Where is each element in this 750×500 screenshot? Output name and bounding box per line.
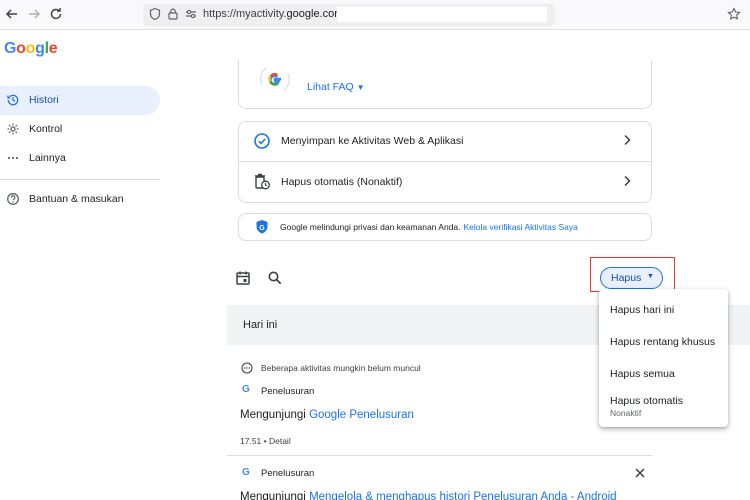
- more-icon: [7, 156, 19, 160]
- calendar-icon[interactable]: [235, 270, 251, 286]
- forward-icon[interactable]: [26, 6, 42, 22]
- lock-icon[interactable]: [166, 7, 180, 21]
- entry-title: Mengunjungi Google Penelusuran: [240, 409, 414, 421]
- pending-notice: Beberapa aktivitas mungkin belum muncul: [261, 363, 421, 373]
- delete-all-option[interactable]: Hapus semua: [599, 360, 728, 388]
- sidebar-item-label: Histori: [29, 94, 59, 106]
- sidebar-item-histori[interactable]: Histori: [0, 86, 160, 115]
- google-search-icon: G: [242, 384, 250, 395]
- delete-today-option[interactable]: Hapus hari ini: [599, 296, 728, 324]
- day-title: Hari ini: [243, 319, 278, 331]
- option-label: Hapus otomatis: [610, 395, 683, 407]
- sidebar-item-label: Kontrol: [29, 123, 63, 135]
- web-app-activity-label: Menyimpan ke Aktivitas Web & Aplikasi: [281, 135, 464, 147]
- chevron-right-icon[interactable]: [621, 175, 633, 187]
- sidebar-item-kontrol[interactable]: Kontrol: [0, 115, 160, 144]
- google-g-icon: [260, 67, 290, 91]
- google-shield-icon: G: [256, 220, 268, 234]
- help-icon: [7, 193, 19, 205]
- entry-title: Mengunjungi Mengelola & menghapus histor…: [240, 491, 617, 500]
- delete-dropdown-menu: Hapus hari ini Hapus rentang khusus Hapu…: [599, 289, 728, 427]
- privacy-text: Google melindungi privasi dan keamanan A…: [280, 222, 578, 232]
- faq-link[interactable]: Lihat FAQ ▼: [307, 81, 365, 93]
- entry-link[interactable]: Google Penelusuran: [309, 409, 414, 421]
- google-search-icon: G: [242, 467, 250, 478]
- sidebar-item-lainnya[interactable]: Lainnya: [0, 144, 160, 173]
- privacy-link[interactable]: Kelola verifikasi Aktivitas Saya: [464, 222, 578, 232]
- gear-icon: [7, 123, 19, 135]
- reload-icon[interactable]: [48, 6, 64, 22]
- history-icon: [7, 94, 19, 106]
- highlight-annotation: [590, 257, 675, 292]
- option-sublabel: Nonaktif: [610, 408, 642, 418]
- sidebar-item-bantuan[interactable]: Bantuan & masukan: [0, 185, 160, 214]
- star-icon[interactable]: [727, 7, 741, 21]
- shield-icon[interactable]: [148, 7, 162, 21]
- chevron-right-icon[interactable]: [621, 134, 633, 146]
- svg-text:G: G: [259, 225, 265, 232]
- google-logo[interactable]: Google: [4, 40, 58, 58]
- entry-divider: [227, 455, 652, 456]
- tune-icon[interactable]: [184, 7, 198, 21]
- url-text: https://myactivity.google.com/p: [203, 8, 353, 20]
- info-card: [238, 60, 652, 109]
- entry-source: Penelusuran: [261, 468, 315, 479]
- back-icon[interactable]: [4, 6, 20, 22]
- entry-meta[interactable]: 17.51 • Detail: [240, 436, 291, 446]
- browser-toolbar: https://myactivity.google.com/p: [0, 0, 750, 30]
- option-label: Hapus semua: [610, 368, 675, 380]
- auto-delete-label: Hapus otomatis (Nonaktif): [281, 176, 403, 188]
- url-redaction: [337, 7, 547, 22]
- sidebar-divider: [0, 179, 160, 180]
- auto-delete-option[interactable]: Hapus otomatis Nonaktif: [599, 387, 728, 423]
- entry-source: Penelusuran: [261, 386, 315, 397]
- option-label: Hapus hari ini: [610, 304, 675, 316]
- search-icon[interactable]: [267, 270, 283, 286]
- entry-link[interactable]: Mengelola & menghapus histori Penelusura…: [309, 491, 617, 500]
- pending-icon: [241, 362, 253, 374]
- option-label: Hapus rentang khusus: [610, 336, 716, 348]
- close-icon[interactable]: [633, 466, 647, 480]
- auto-delete-icon: [255, 173, 270, 190]
- sidebar-item-label: Bantuan & masukan: [29, 193, 124, 205]
- sidebar-item-label: Lainnya: [29, 152, 66, 164]
- check-circle-icon: [254, 133, 270, 149]
- delete-custom-range-option[interactable]: Hapus rentang khusus: [599, 328, 728, 356]
